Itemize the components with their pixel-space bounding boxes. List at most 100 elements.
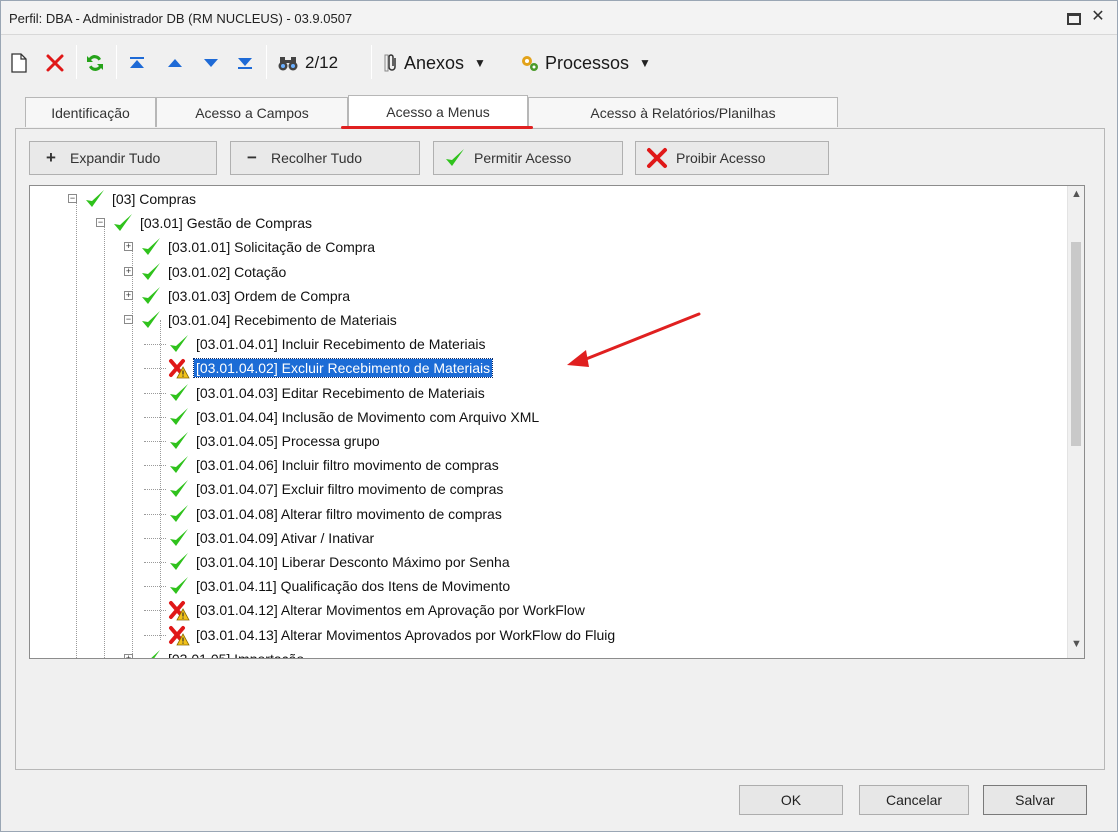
- paperclip-icon: [384, 54, 396, 72]
- tree-node-label: [03.01.04.02] Excluir Recebimento de Mat…: [192, 358, 494, 379]
- tree-node[interactable]: + [03.01.01] Solicitação de Compra: [124, 236, 377, 258]
- tree-node-label: [03.01.04.04] Inclusão de Movimento com …: [196, 408, 540, 425]
- tree-node-label: [03] Compras: [112, 191, 197, 207]
- tree-node[interactable]: [03.01.04.10] Liberar Desconto Máximo po…: [144, 551, 512, 573]
- first-record-icon[interactable]: [128, 51, 146, 75]
- tree-node-label: [03.01.04] Recebimento de Materiais: [168, 312, 397, 328]
- close-icon[interactable]: ✕: [1089, 9, 1107, 25]
- last-record-icon[interactable]: [236, 51, 254, 75]
- tree-node[interactable]: [03.01.04.05] Processa grupo: [144, 430, 382, 452]
- scroll-up-icon[interactable]: ▲: [1068, 188, 1084, 206]
- profile-window: Perfil: DBA - Administrador DB (RM NUCLE…: [0, 0, 1118, 832]
- expand-node-icon[interactable]: +: [124, 242, 133, 252]
- checkmark-icon: [140, 236, 162, 258]
- binoculars-icon: [278, 57, 298, 71]
- checkmark-icon: [446, 149, 464, 166]
- tree-node[interactable]: + [03.01.02] Cotação: [124, 261, 288, 283]
- checkmark-icon: [84, 188, 106, 210]
- tree-node[interactable]: − [03] Compras: [68, 188, 198, 210]
- checkmark-icon: [168, 406, 190, 428]
- cancel-button[interactable]: Cancelar: [859, 785, 969, 815]
- expand-all-button[interactable]: + Expandir Tudo: [29, 141, 217, 175]
- tree-node[interactable]: [03.01.04.07] Excluir filtro movimento d…: [144, 478, 505, 500]
- tree-node[interactable]: [03.01.04.01] Incluir Recebimento de Mat…: [144, 333, 488, 355]
- menus-panel: + Expandir Tudo − Recolher Tudo Permitir…: [15, 128, 1105, 770]
- checkmark-icon: [168, 454, 190, 476]
- tree-node-label: [03.01.04.03] Editar Recebimento de Mate…: [196, 384, 485, 401]
- red-x-icon: [647, 148, 667, 168]
- checkmark-icon: [140, 285, 162, 307]
- tree-node[interactable]: + [03.01.05] Importação: [124, 648, 306, 658]
- attachments-menu[interactable]: Anexos ▼: [384, 51, 486, 75]
- menu-tree[interactable]: ▲ ▼ − [03] Compras − [03.01] Gestão de Comp…: [29, 185, 1085, 659]
- checkmark-icon: [168, 575, 190, 597]
- previous-record-icon[interactable]: [166, 51, 184, 75]
- vertical-scrollbar[interactable]: ▲ ▼: [1067, 186, 1084, 658]
- tree-node-label: [03.01.04.13] Alterar Movimentos Aprovad…: [196, 626, 616, 643]
- tree-node-label: [03.01.04.07] Excluir filtro movimento d…: [196, 481, 504, 498]
- checkmark-icon: [112, 212, 134, 234]
- checkmark-icon: [168, 527, 190, 549]
- tree-node-label: [03.01.04.01] Incluir Recebimento de Mat…: [196, 336, 486, 353]
- find-group[interactable]: 2/12: [277, 51, 338, 75]
- checkmark-icon: [140, 261, 162, 283]
- gears-icon: [522, 56, 538, 71]
- title-bar: Perfil: DBA - Administrador DB (RM NUCLE…: [1, 1, 1117, 35]
- new-document-icon[interactable]: [11, 51, 27, 75]
- delete-x-icon[interactable]: [45, 51, 65, 75]
- save-button[interactable]: Salvar: [983, 785, 1087, 815]
- restore-icon[interactable]: [1063, 9, 1081, 25]
- tree-node-label: [03.01.04.10] Liberar Desconto Máximo po…: [196, 554, 510, 570]
- tree-node-label: [03.01.04.08] Alterar filtro movimento d…: [196, 505, 502, 522]
- tree-node-label: [03.01.03] Ordem de Compra: [168, 287, 351, 304]
- scroll-down-icon[interactable]: ▼: [1068, 638, 1084, 656]
- checkmark-icon: [140, 648, 162, 658]
- denied-warning-icon: [168, 624, 190, 646]
- tree-node-label: [03.01.01] Solicitação de Compra: [168, 239, 376, 256]
- tab-acesso-menus[interactable]: Acesso a Menus: [348, 95, 528, 128]
- tab-acesso-relatorios[interactable]: Acesso à Relatórios/Planilhas: [528, 97, 838, 127]
- allow-access-button[interactable]: Permitir Acesso: [433, 141, 623, 175]
- tree-node[interactable]: [03.01.04.02] Excluir Recebimento de Mat…: [144, 357, 494, 379]
- collapse-node-icon[interactable]: −: [68, 194, 77, 203]
- tree-node-label: [03.01] Gestão de Compras: [140, 215, 312, 232]
- checkmark-icon: [168, 551, 190, 573]
- scroll-thumb[interactable]: [1071, 242, 1081, 446]
- ok-button[interactable]: OK: [739, 785, 843, 815]
- tree-node-label: [03.01.04.11] Qualificação dos Itens de …: [196, 578, 511, 595]
- tree-node[interactable]: [03.01.04.03] Editar Recebimento de Mate…: [144, 382, 487, 404]
- collapse-node-icon[interactable]: −: [96, 218, 105, 228]
- expand-node-icon[interactable]: +: [124, 290, 133, 300]
- tree-node[interactable]: − [03.01] Gestão de Compras: [96, 212, 314, 234]
- next-record-icon[interactable]: [202, 51, 220, 75]
- collapse-all-button[interactable]: − Recolher Tudo: [230, 141, 420, 175]
- processes-menu[interactable]: Processos ▼: [519, 51, 651, 75]
- tree-node[interactable]: + [03.01.03] Ordem de Compra: [124, 285, 352, 307]
- denied-warning-icon: [168, 357, 190, 379]
- window-title: Perfil: DBA - Administrador DB (RM NUCLE…: [9, 11, 353, 26]
- tree-node[interactable]: [03.01.04.09] Ativar / Inativar: [144, 527, 376, 549]
- collapse-node-icon[interactable]: −: [124, 315, 133, 324]
- tab-acesso-campos[interactable]: Acesso a Campos: [156, 97, 348, 127]
- tree-node[interactable]: − [03.01.04] Recebimento de Materiais: [124, 309, 399, 331]
- checkmark-icon: [140, 309, 162, 331]
- tree-node-label: [03.01.04.12] Alterar Movimentos em Apro…: [196, 602, 585, 619]
- deny-access-button[interactable]: Proibir Acesso: [635, 141, 829, 175]
- tree-node[interactable]: [03.01.04.13] Alterar Movimentos Aprovad…: [144, 624, 617, 646]
- minus-icon: −: [247, 148, 257, 167]
- toolbar: 2/12 Anexos ▼ Processos ▼: [1, 37, 1117, 89]
- tree-node[interactable]: [03.01.04.04] Inclusão de Movimento com …: [144, 406, 541, 428]
- denied-warning-icon: [168, 599, 190, 621]
- expand-node-icon[interactable]: +: [124, 653, 133, 658]
- annotation-underline: [341, 126, 533, 129]
- tree-node[interactable]: [03.01.04.08] Alterar filtro movimento d…: [144, 503, 504, 525]
- tree-node[interactable]: [03.01.04.12] Alterar Movimentos em Apro…: [144, 599, 587, 621]
- expand-node-icon[interactable]: +: [124, 266, 133, 276]
- refresh-icon[interactable]: [85, 51, 105, 75]
- tab-identificacao[interactable]: Identificação: [25, 97, 156, 127]
- attachments-label: Anexos: [404, 52, 465, 73]
- tree-node[interactable]: [03.01.04.06] Incluir filtro movimento d…: [144, 454, 501, 476]
- tree-node-label: [03.01.04.06] Incluir filtro movimento d…: [196, 457, 499, 474]
- tree-node[interactable]: [03.01.04.11] Qualificação dos Itens de …: [144, 575, 512, 597]
- tree-node-label: [03.01.04.09] Ativar / Inativar: [196, 529, 375, 546]
